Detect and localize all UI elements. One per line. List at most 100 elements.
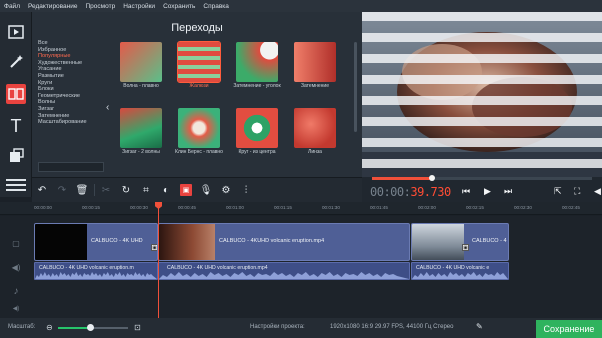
redo-icon[interactable]: ↷ bbox=[56, 184, 68, 196]
transition-thumbnail[interactable] bbox=[236, 42, 278, 82]
category-list: Все Избранное Популярные Художественные Угас… bbox=[38, 40, 104, 126]
category-item[interactable]: Волны bbox=[38, 99, 104, 106]
delete-icon[interactable]: 🗑 bbox=[76, 184, 89, 196]
import-icon[interactable] bbox=[6, 22, 26, 42]
color-adjust-icon[interactable]: ◐ bbox=[160, 184, 172, 196]
transitions-panel: Переходы Все Избранное Популярные Художеств… bbox=[32, 12, 362, 177]
image-overlay-icon[interactable]: ▣ bbox=[180, 184, 192, 196]
ruler-tick-label: 00:00:00 bbox=[34, 205, 52, 210]
category-item[interactable]: Художественные bbox=[38, 60, 104, 67]
clip-properties-icon[interactable]: ⚙ bbox=[220, 184, 232, 196]
menu-save[interactable]: Сохранить bbox=[159, 3, 199, 10]
audio-waveform bbox=[159, 272, 409, 279]
menu-edit[interactable]: Редактирование bbox=[24, 3, 82, 10]
stickers-icon[interactable] bbox=[6, 146, 26, 166]
zoom-slider-handle[interactable] bbox=[86, 324, 94, 331]
previous-icon[interactable]: ⏮ bbox=[462, 186, 470, 197]
rotate-icon[interactable]: ↻ bbox=[120, 184, 132, 196]
timeline-ruler[interactable]: 00:00:00 00:00:15 00:00:30 00:00:45 00:01:00… bbox=[0, 202, 602, 215]
video-preview[interactable] bbox=[362, 12, 602, 177]
transition-marker-icon[interactable]: ▣ bbox=[151, 244, 157, 251]
category-item[interactable]: Избранное bbox=[38, 47, 104, 54]
titles-icon[interactable]: T bbox=[6, 116, 26, 136]
vertical-scrollbar[interactable] bbox=[354, 42, 357, 132]
video-clip[interactable]: CALBUCO - 4K UHD ▣ bbox=[34, 223, 158, 261]
video-clip[interactable]: ▣ CALBUCO - 4 bbox=[411, 223, 509, 261]
transitions-icon[interactable] bbox=[6, 84, 26, 104]
ruler-tick-label: 00:01:00 bbox=[226, 205, 244, 210]
category-item[interactable]: Угасание bbox=[38, 66, 104, 73]
export-frame-icon[interactable]: ⇱ bbox=[554, 186, 562, 197]
category-item[interactable]: Масштабирование bbox=[38, 119, 104, 126]
search-input[interactable] bbox=[38, 162, 104, 172]
category-item[interactable]: Зигзаг bbox=[38, 106, 104, 113]
edit-settings-icon[interactable]: ✎ bbox=[476, 322, 483, 331]
transition-thumbnail[interactable] bbox=[294, 108, 336, 148]
audio-clip[interactable]: CALBUCO - 4K UHD volcanic e bbox=[411, 262, 509, 280]
timecode-active: 39.730 bbox=[410, 185, 451, 199]
toolbar-divider bbox=[94, 184, 95, 196]
fullscreen-icon[interactable]: ⛶ bbox=[574, 186, 580, 197]
play-icon[interactable]: ▶ bbox=[484, 186, 491, 197]
project-settings-label: Настройки проекта: bbox=[250, 324, 305, 330]
record-voice-icon[interactable]: 🎙 bbox=[200, 184, 213, 196]
project-settings-value: 1920x1080 16:9 29.97 FPS, 44100 Гц Стере… bbox=[330, 324, 454, 330]
fit-timeline-icon[interactable]: ⊡ bbox=[134, 323, 141, 332]
timecode-dim: 00:00: bbox=[370, 185, 411, 199]
transition-thumbnail[interactable] bbox=[120, 108, 162, 148]
transition-marker-icon[interactable]: ▣ bbox=[462, 244, 469, 251]
playhead[interactable] bbox=[158, 202, 159, 318]
mute-icon[interactable]: ◀) bbox=[0, 302, 32, 314]
audio-track-icon[interactable]: ◀) bbox=[0, 260, 32, 274]
seek-handle[interactable] bbox=[429, 175, 435, 181]
ruler-tick-label: 00:02:30 bbox=[514, 205, 532, 210]
ruler-tick-label: 00:00:45 bbox=[178, 205, 196, 210]
equalizer-icon[interactable]: ⫶ bbox=[240, 184, 252, 196]
clip-label: CALBUCO - 4 bbox=[472, 238, 507, 244]
audio-clip[interactable]: CALBUCO - 4K UHD volcanic eruption.mp4 bbox=[158, 262, 410, 280]
menu-view[interactable]: Просмотр bbox=[82, 3, 120, 10]
transition-label: Линза bbox=[308, 149, 322, 155]
menu-file[interactable]: Файл bbox=[0, 3, 24, 10]
transition-thumbnail[interactable] bbox=[294, 42, 336, 82]
filters-wand-icon[interactable] bbox=[6, 52, 26, 72]
crop-icon[interactable]: ⌗ bbox=[140, 184, 152, 196]
category-item[interactable]: Размытие bbox=[38, 73, 104, 80]
transition-thumbnail[interactable] bbox=[120, 42, 162, 82]
undo-icon[interactable]: ↶ bbox=[36, 184, 48, 196]
transition-thumbnail[interactable] bbox=[178, 108, 220, 148]
category-item[interactable]: Круги bbox=[38, 80, 104, 87]
transition-label: Круг - из центра bbox=[238, 149, 276, 155]
volume-icon[interactable]: ◀ bbox=[594, 186, 601, 197]
clip-label: CALBUCO - 4KUHD volcanic eruption.mp4 bbox=[219, 238, 325, 244]
transition-thumbnail[interactable] bbox=[236, 108, 278, 148]
zoom-out-icon[interactable]: ⊖ bbox=[46, 323, 53, 332]
transition-thumbnail[interactable] bbox=[177, 41, 221, 83]
category-item[interactable]: Геометрические bbox=[38, 93, 104, 100]
next-icon[interactable]: ⏭ bbox=[504, 186, 512, 197]
timecode: 00:00:39.730 bbox=[370, 185, 451, 199]
menu-help[interactable]: Справка bbox=[199, 3, 233, 10]
ruler-tick-label: 00:02:00 bbox=[418, 205, 436, 210]
ruler-tick-label: 00:00:30 bbox=[130, 205, 148, 210]
music-track-icon: ♪ bbox=[13, 285, 19, 297]
cut-icon[interactable]: ✂ bbox=[100, 184, 112, 196]
ruler-tick-label: 00:01:30 bbox=[322, 205, 340, 210]
save-button[interactable]: Сохранение bbox=[536, 320, 602, 338]
category-item[interactable]: Затемнение bbox=[38, 113, 104, 120]
menu-settings[interactable]: Настройки bbox=[119, 3, 159, 10]
category-item[interactable]: Популярные bbox=[38, 53, 104, 60]
menu-bar: Файл Редактирование Просмотр Настройки С… bbox=[0, 0, 602, 12]
ruler-tick-label: 00:00:15 bbox=[82, 205, 100, 210]
video-clip[interactable]: CALBUCO - 4KUHD volcanic eruption.mp4 bbox=[158, 223, 410, 261]
more-menu-icon[interactable] bbox=[6, 179, 26, 191]
audio-waveform bbox=[35, 272, 157, 279]
collapse-arrow-icon[interactable]: ‹ bbox=[106, 102, 109, 113]
zoom-slider-fill bbox=[58, 327, 90, 329]
status-bar: Масштаб: ⊖ ⊡ Настройки проекта: 1920x108… bbox=[0, 318, 602, 338]
audio-clip[interactable]: CALBUCO - 4K UHD volcanic eruption.m bbox=[34, 262, 158, 280]
clip-thumbnail bbox=[412, 224, 464, 260]
category-item[interactable]: Все bbox=[38, 40, 104, 47]
panel-title: Переходы bbox=[171, 22, 223, 34]
category-item[interactable]: Блоки bbox=[38, 86, 104, 93]
